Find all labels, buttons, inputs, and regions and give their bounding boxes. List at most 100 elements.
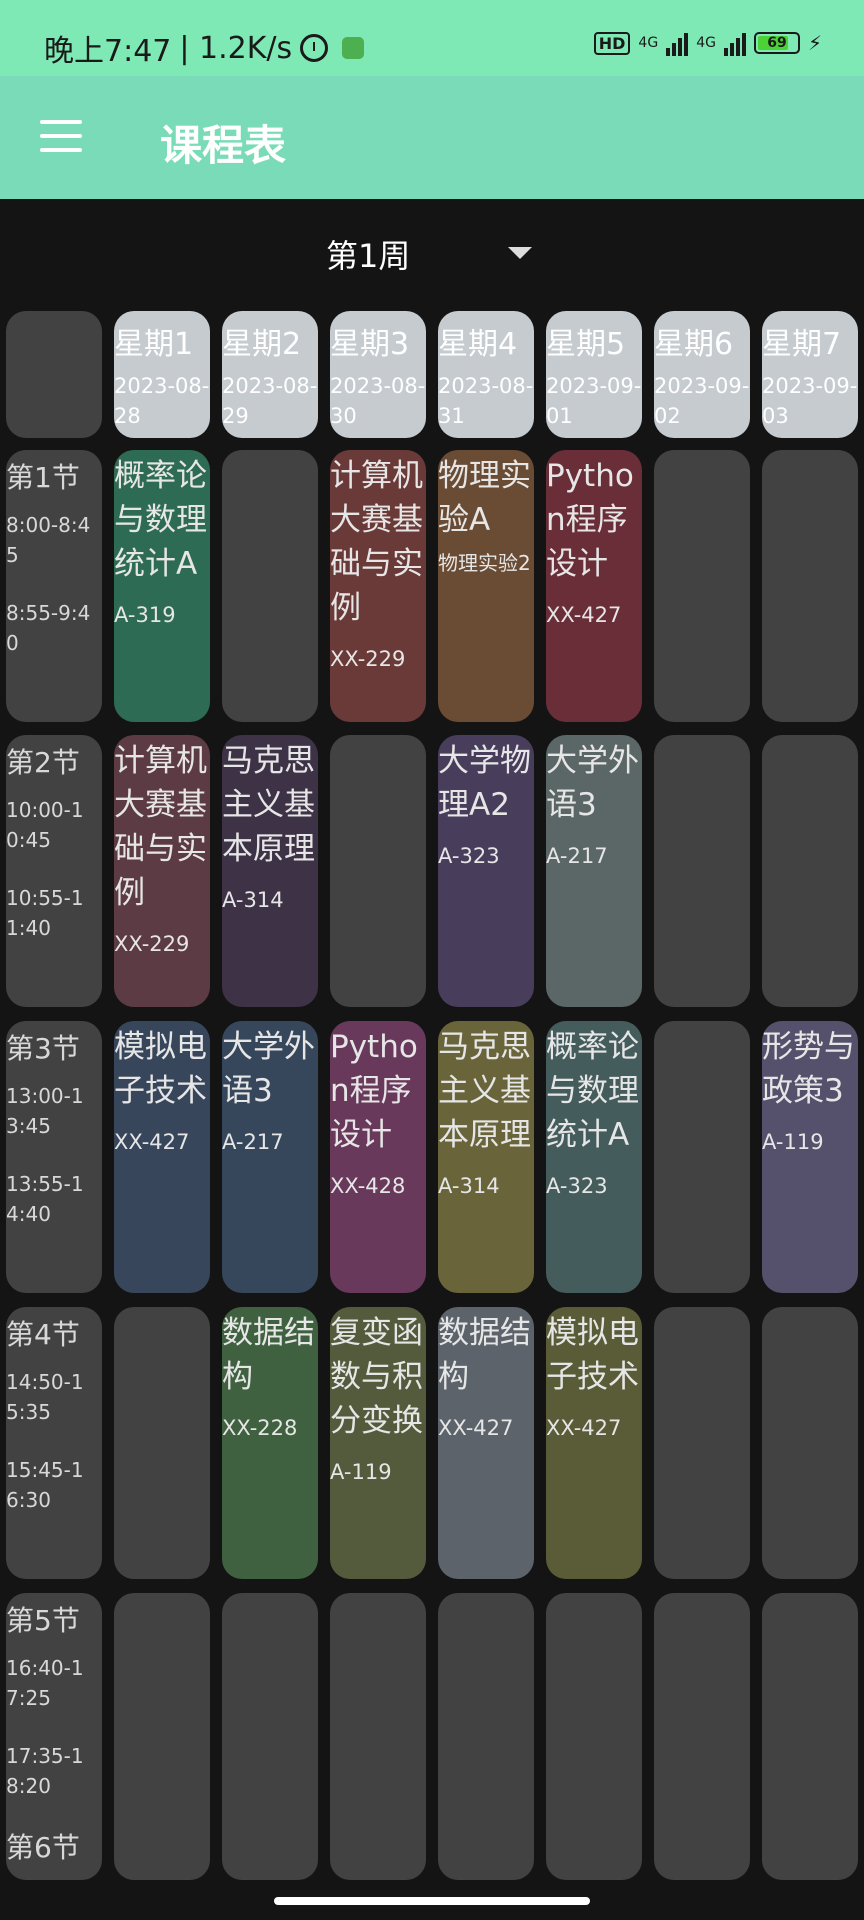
day-header: 星期4 2023-08-31 (438, 311, 534, 438)
day-name: 星期2 (222, 327, 302, 362)
day-name: 星期1 (114, 327, 194, 362)
empty-slot[interactable] (546, 1820, 642, 1880)
empty-slot[interactable] (114, 1307, 210, 1579)
day-date: 2023-09-02 (654, 374, 750, 428)
empty-slot[interactable] (654, 735, 750, 1007)
day-date: 2023-09-01 (546, 374, 642, 428)
day-header: 星期3 2023-08-30 (330, 311, 426, 438)
course-card[interactable]: Python程序设计 XX-427 (546, 450, 642, 722)
course-name: 计算机大赛基础与实例 (114, 743, 207, 911)
home-indicator[interactable] (274, 1897, 590, 1905)
course-card[interactable]: 物理实验A 物理实验2 (438, 450, 534, 722)
day-name: 星期5 (546, 327, 626, 362)
course-room: XX-228 (222, 1416, 298, 1440)
signal-icon-2 (723, 30, 746, 56)
status-bar: 晚上7:47 | 1.2K/s HD 4G 4G 69 ⚡ (0, 0, 864, 76)
course-name: 大学物理A2 (438, 743, 531, 823)
course-room: A-217 (222, 1130, 284, 1154)
day-header: 星期2 2023-08-29 (222, 311, 318, 438)
period-time-1: 16:40-17:25 (6, 1656, 84, 1710)
course-card[interactable]: 数据结构 XX-228 (222, 1307, 318, 1579)
empty-slot[interactable] (762, 450, 858, 722)
course-name: 模拟电子技术 (114, 1029, 207, 1109)
app-bar: 课程表 (0, 76, 864, 199)
course-card[interactable]: 计算机大赛基础与实例 XX-229 (330, 450, 426, 722)
week-label: 第1周 (326, 237, 411, 275)
course-name: 马克思主义基本原理 (438, 1029, 531, 1153)
period-name: 第6节 (6, 1831, 80, 1864)
course-card[interactable]: 大学物理A2 A-323 (438, 735, 534, 1007)
day-name: 星期4 (438, 327, 518, 362)
course-room: A-314 (438, 1174, 500, 1198)
period-cell: 第3节 13:00-13:45 13:55-14:40 (6, 1021, 102, 1293)
day-header: 星期6 2023-09-02 (654, 311, 750, 438)
net-label-2: 4G (696, 35, 716, 51)
empty-slot[interactable] (438, 1820, 534, 1880)
charging-icon: ⚡ (807, 31, 822, 55)
empty-slot[interactable] (222, 1820, 318, 1880)
course-name: 大学外语3 (222, 1029, 315, 1109)
course-room: A-119 (762, 1130, 824, 1154)
battery-icon: 69 (753, 32, 800, 54)
day-header: 星期7 2023-09-03 (762, 311, 858, 438)
empty-slot[interactable] (654, 1021, 750, 1293)
status-right: HD 4G 4G 69 ⚡ (593, 30, 822, 56)
period-time-1: 10:00-10:45 (6, 798, 84, 852)
period-name: 第4节 (6, 1318, 80, 1351)
course-card[interactable]: 马克思主义基本原理 A-314 (438, 1021, 534, 1293)
empty-slot[interactable] (762, 1820, 858, 1880)
course-name: 数据结构 (222, 1315, 315, 1395)
day-date: 2023-08-30 (330, 374, 426, 428)
period-name: 第5节 (6, 1604, 80, 1637)
course-room: XX-229 (330, 647, 406, 671)
period-cell: 第4节 14:50-15:35 15:45-16:30 (6, 1307, 102, 1579)
menu-icon[interactable] (40, 120, 84, 154)
period-name: 第3节 (6, 1032, 80, 1065)
course-room: A-119 (330, 1460, 392, 1484)
alarm-icon (300, 34, 329, 62)
course-room: A-217 (546, 844, 608, 868)
empty-slot[interactable] (762, 1307, 858, 1579)
course-card[interactable]: 形势与政策3 A-119 (762, 1021, 858, 1293)
empty-slot[interactable] (330, 735, 426, 1007)
period-time-1: 8:00-8:45 (6, 513, 91, 567)
empty-slot[interactable] (114, 1820, 210, 1880)
course-card[interactable]: Python程序设计 XX-428 (330, 1021, 426, 1293)
day-date: 2023-08-29 (222, 374, 318, 428)
course-name: 计算机大赛基础与实例 (330, 458, 423, 626)
course-card[interactable]: 大学外语3 A-217 (546, 735, 642, 1007)
course-card[interactable]: 概率论与数理统计A A-319 (114, 450, 210, 722)
day-name: 星期7 (762, 327, 842, 362)
course-subtitle: 物理实验2 (438, 551, 531, 575)
status-left: 晚上7:47 | 1.2K/s (44, 26, 365, 70)
empty-slot[interactable] (330, 1820, 426, 1880)
empty-slot[interactable] (654, 1820, 750, 1880)
period-time-2: 17:35-18:20 (6, 1744, 84, 1798)
day-date: 2023-09-03 (762, 374, 858, 428)
course-name: 形势与政策3 (762, 1029, 855, 1109)
empty-slot[interactable] (654, 1307, 750, 1579)
dropdown-arrow-icon[interactable] (508, 247, 532, 259)
course-name: 概率论与数理统计A (546, 1029, 639, 1153)
empty-slot[interactable] (654, 450, 750, 722)
course-room: XX-427 (438, 1416, 514, 1440)
empty-slot[interactable] (222, 450, 318, 722)
course-room: XX-427 (546, 1416, 622, 1440)
period-time-1: 14:50-15:35 (6, 1370, 84, 1424)
course-card[interactable]: 概率论与数理统计A A-323 (546, 1021, 642, 1293)
battery-level: 69 (767, 35, 787, 51)
week-selector[interactable]: 第1周 (0, 199, 864, 299)
android-icon (342, 37, 365, 59)
course-card[interactable]: 模拟电子技术 XX-427 (114, 1021, 210, 1293)
course-card[interactable]: 复变函数与积分变换 A-119 (330, 1307, 426, 1579)
course-name: 模拟电子技术 (546, 1315, 639, 1395)
course-card[interactable]: 大学外语3 A-217 (222, 1021, 318, 1293)
course-name: 马克思主义基本原理 (222, 743, 315, 867)
course-card[interactable]: 模拟电子技术 XX-427 (546, 1307, 642, 1579)
course-name: 复变函数与积分变换 (330, 1315, 423, 1439)
course-card[interactable]: 数据结构 XX-427 (438, 1307, 534, 1579)
course-card[interactable]: 计算机大赛基础与实例 XX-229 (114, 735, 210, 1007)
course-card[interactable]: 马克思主义基本原理 A-314 (222, 735, 318, 1007)
empty-slot[interactable] (762, 735, 858, 1007)
period-name: 第1节 (6, 461, 80, 494)
